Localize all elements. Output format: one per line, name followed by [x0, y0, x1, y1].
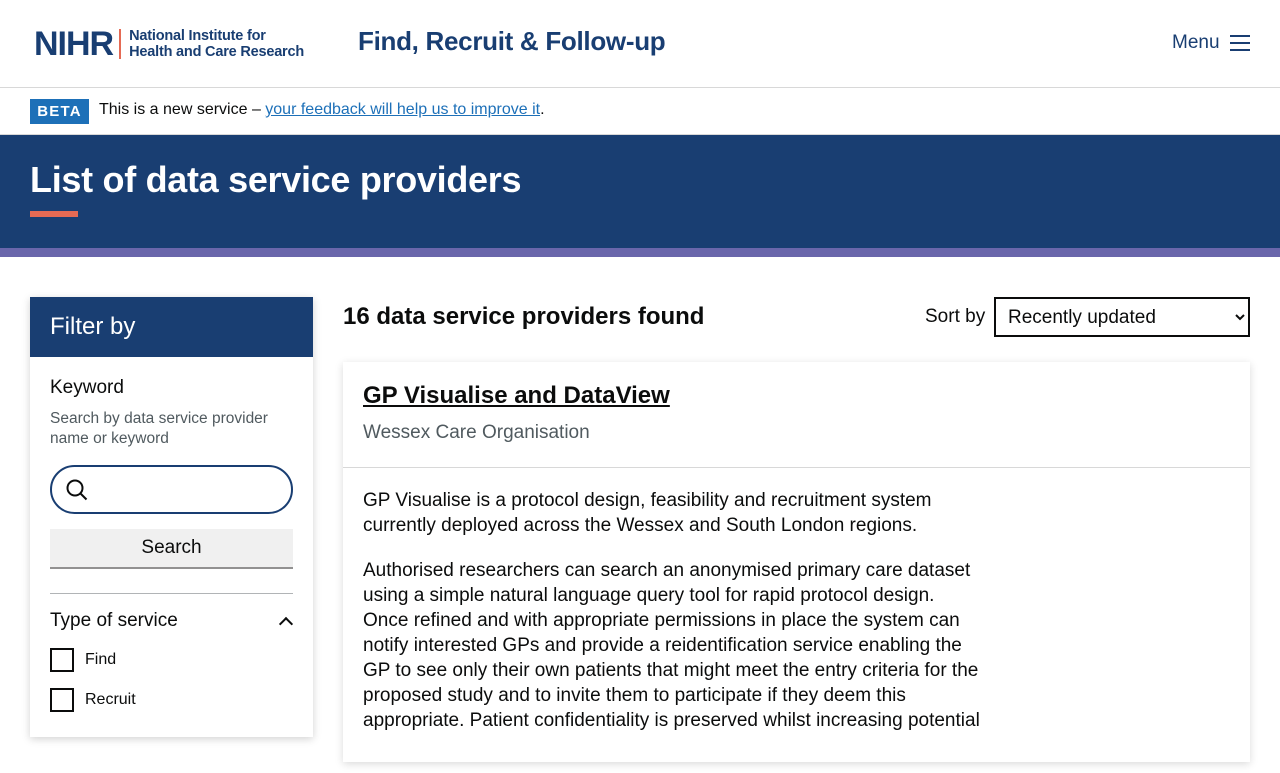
service-name[interactable]: Find, Recruit & Follow-up	[358, 26, 666, 57]
checkbox-label: Find	[85, 651, 117, 668]
beta-message: This is a new service –	[99, 101, 266, 118]
search-field[interactable]	[50, 465, 293, 514]
logo-line-1: National Institute for	[129, 28, 266, 44]
beta-banner: BETA This is a new service – your feedba…	[0, 89, 1280, 135]
search-icon	[66, 479, 88, 501]
hamburger-icon	[1229, 35, 1250, 51]
keyword-label: Keyword	[50, 377, 124, 398]
site-header: NIHR National Institute for Health and C…	[0, 0, 1280, 88]
beta-suffix: .	[540, 101, 545, 118]
search-input[interactable]	[96, 475, 281, 505]
logo-mark: NIHR	[34, 25, 114, 63]
sort-label: Sort by	[925, 306, 986, 327]
page-hero: List of data service providers	[0, 135, 1280, 248]
logo-line-2: Health and Care Research	[129, 44, 305, 60]
beta-tag: BETA	[30, 99, 89, 124]
type-of-service-heading: Type of service	[50, 610, 178, 631]
filter-heading: Filter by	[30, 297, 313, 357]
checkbox-label: Recruit	[85, 691, 136, 708]
beta-text: This is a new service – your feedback wi…	[99, 101, 545, 119]
logo-text: National Institute for Health and Care R…	[129, 28, 304, 60]
menu-label: Menu	[1172, 32, 1220, 53]
results-count: 16 data service providers found	[343, 303, 705, 330]
card-header: GP Visualise and DataView Wessex Care Or…	[343, 362, 1250, 468]
filter-panel: Filter by Keyword Search by data service…	[30, 297, 313, 737]
feedback-link[interactable]: your feedback will help us to improve it	[265, 101, 540, 118]
page-title: List of data service providers	[30, 159, 522, 200]
filter-option-find[interactable]: Find	[50, 648, 293, 672]
provider-organisation: Wessex Care Organisation	[363, 422, 590, 443]
logo-divider	[119, 29, 122, 59]
sort-select[interactable]: Recently updated	[994, 297, 1250, 337]
provider-card: GP Visualise and DataView Wessex Care Or…	[343, 362, 1250, 762]
description-paragraph: Authorised researchers can search an ano…	[363, 560, 980, 731]
provider-title-link[interactable]: GP Visualise and DataView	[363, 382, 670, 410]
chevron-up-icon[interactable]	[279, 614, 293, 628]
keyword-hint: Search by data service provider name or …	[50, 410, 268, 447]
type-of-service-toggle[interactable]: Type of service	[50, 610, 293, 632]
search-button[interactable]: Search	[50, 529, 293, 569]
description-paragraph: GP Visualise is a protocol design, feasi…	[363, 490, 932, 536]
card-body: GP Visualise is a protocol design, feasi…	[343, 468, 1003, 773]
hero-stripe	[0, 248, 1280, 257]
filter-divider	[50, 593, 293, 594]
checkbox-recruit[interactable]	[50, 688, 74, 712]
checkbox-find[interactable]	[50, 648, 74, 672]
title-underline	[30, 211, 78, 217]
menu-button[interactable]: Menu	[1172, 32, 1250, 54]
nihr-logo[interactable]: NIHR National Institute for Health and C…	[34, 27, 304, 61]
filter-option-recruit[interactable]: Recruit	[50, 688, 293, 712]
